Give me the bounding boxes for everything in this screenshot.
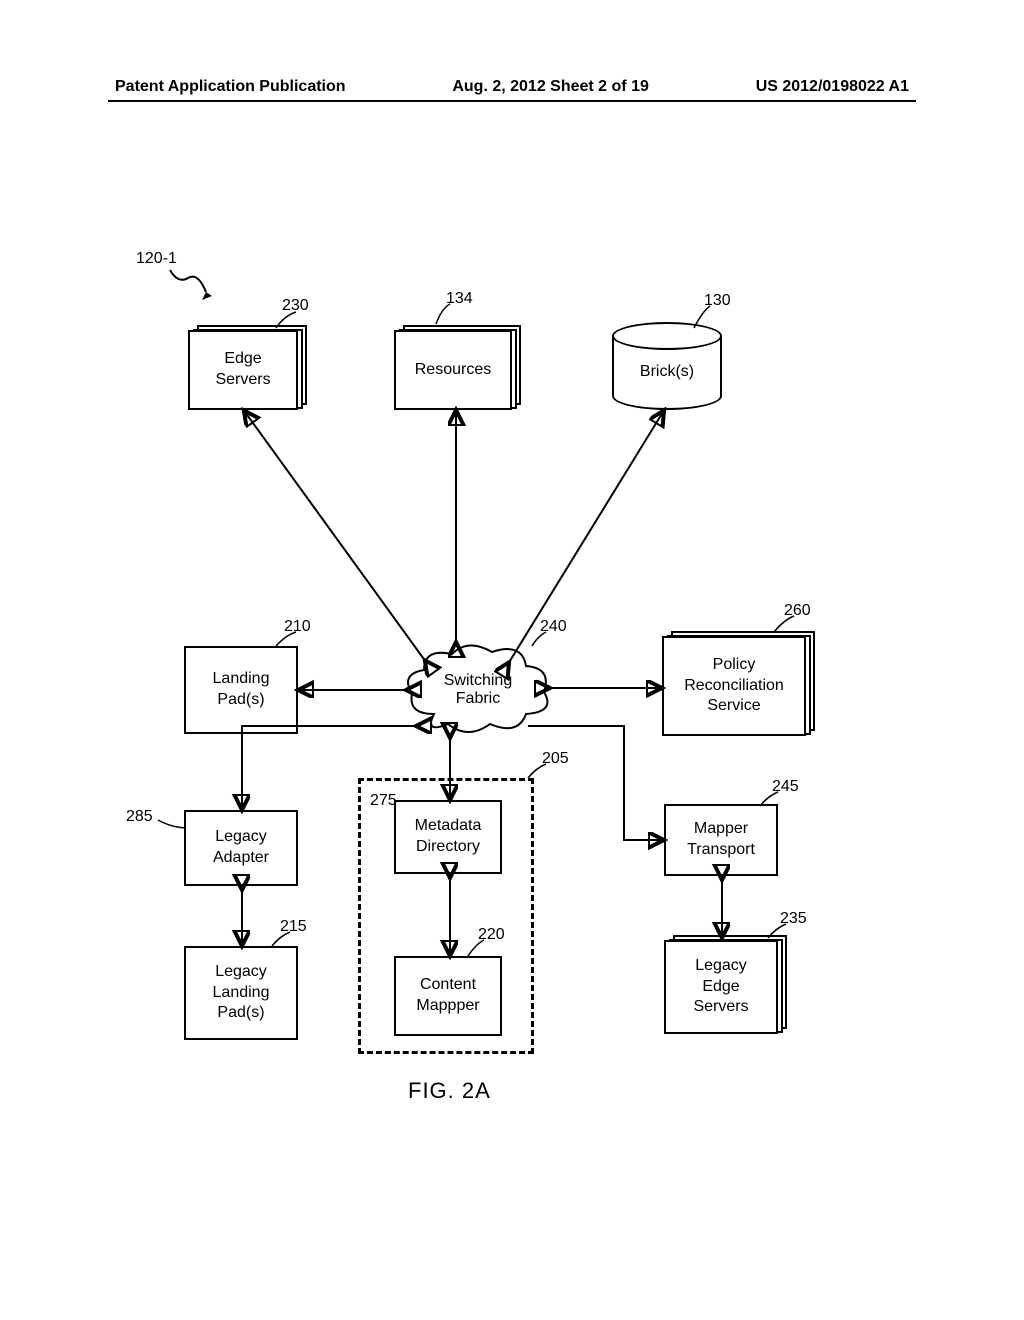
legacy-landing-pads-box: Legacy Landing Pad(s) [184, 946, 298, 1040]
content-mapper-label: Content Mappper [416, 975, 479, 1017]
metadata-directory-box: Metadata Directory [394, 800, 502, 874]
legacy-adapter-label: Legacy Adapter [213, 827, 269, 869]
edge-servers-box: Edge Servers [188, 330, 298, 410]
policy-reconciliation-box: Policy Reconciliation Service [662, 636, 806, 736]
content-mapper-box: Content Mappper [394, 956, 502, 1036]
bricks-label: Brick(s) [640, 363, 694, 381]
legacy-adapter-box: Legacy Adapter [184, 810, 298, 886]
header-rule [108, 100, 916, 102]
legacy-edge-servers-label: Legacy Edge Servers [693, 956, 748, 1018]
edge-servers-label: Edge Servers [215, 349, 270, 391]
mapper-transport-label: Mapper Transport [687, 819, 755, 861]
figure-caption: FIG. 2A [408, 1078, 491, 1104]
header-right: US 2012/0198022 A1 [756, 78, 909, 96]
bricks-cylinder: Brick(s) [612, 336, 722, 410]
header-center: Aug. 2, 2012 Sheet 2 of 19 [452, 78, 649, 96]
header-left: Patent Application Publication [115, 78, 346, 96]
switching-fabric-label: Switching Fabric [444, 672, 512, 708]
switching-fabric-cloud: Switching Fabric [404, 642, 552, 738]
legacy-landing-pads-label: Legacy Landing Pad(s) [213, 962, 270, 1024]
mapper-transport-box: Mapper Transport [664, 804, 778, 876]
metadata-directory-label: Metadata Directory [415, 816, 482, 858]
resources-box: Resources [394, 330, 512, 410]
landing-pads-label: Landing Pad(s) [213, 669, 270, 711]
resources-label: Resources [415, 360, 491, 381]
ref-275: 275 [370, 792, 397, 810]
zigzag-arrow-icon [168, 268, 218, 304]
policy-reconciliation-label: Policy Reconciliation Service [684, 655, 784, 717]
landing-pads-box: Landing Pad(s) [184, 646, 298, 734]
ref-120-1: 120-1 [136, 250, 177, 268]
legacy-edge-servers-box: Legacy Edge Servers [664, 940, 778, 1034]
ref-285: 285 [126, 808, 153, 826]
